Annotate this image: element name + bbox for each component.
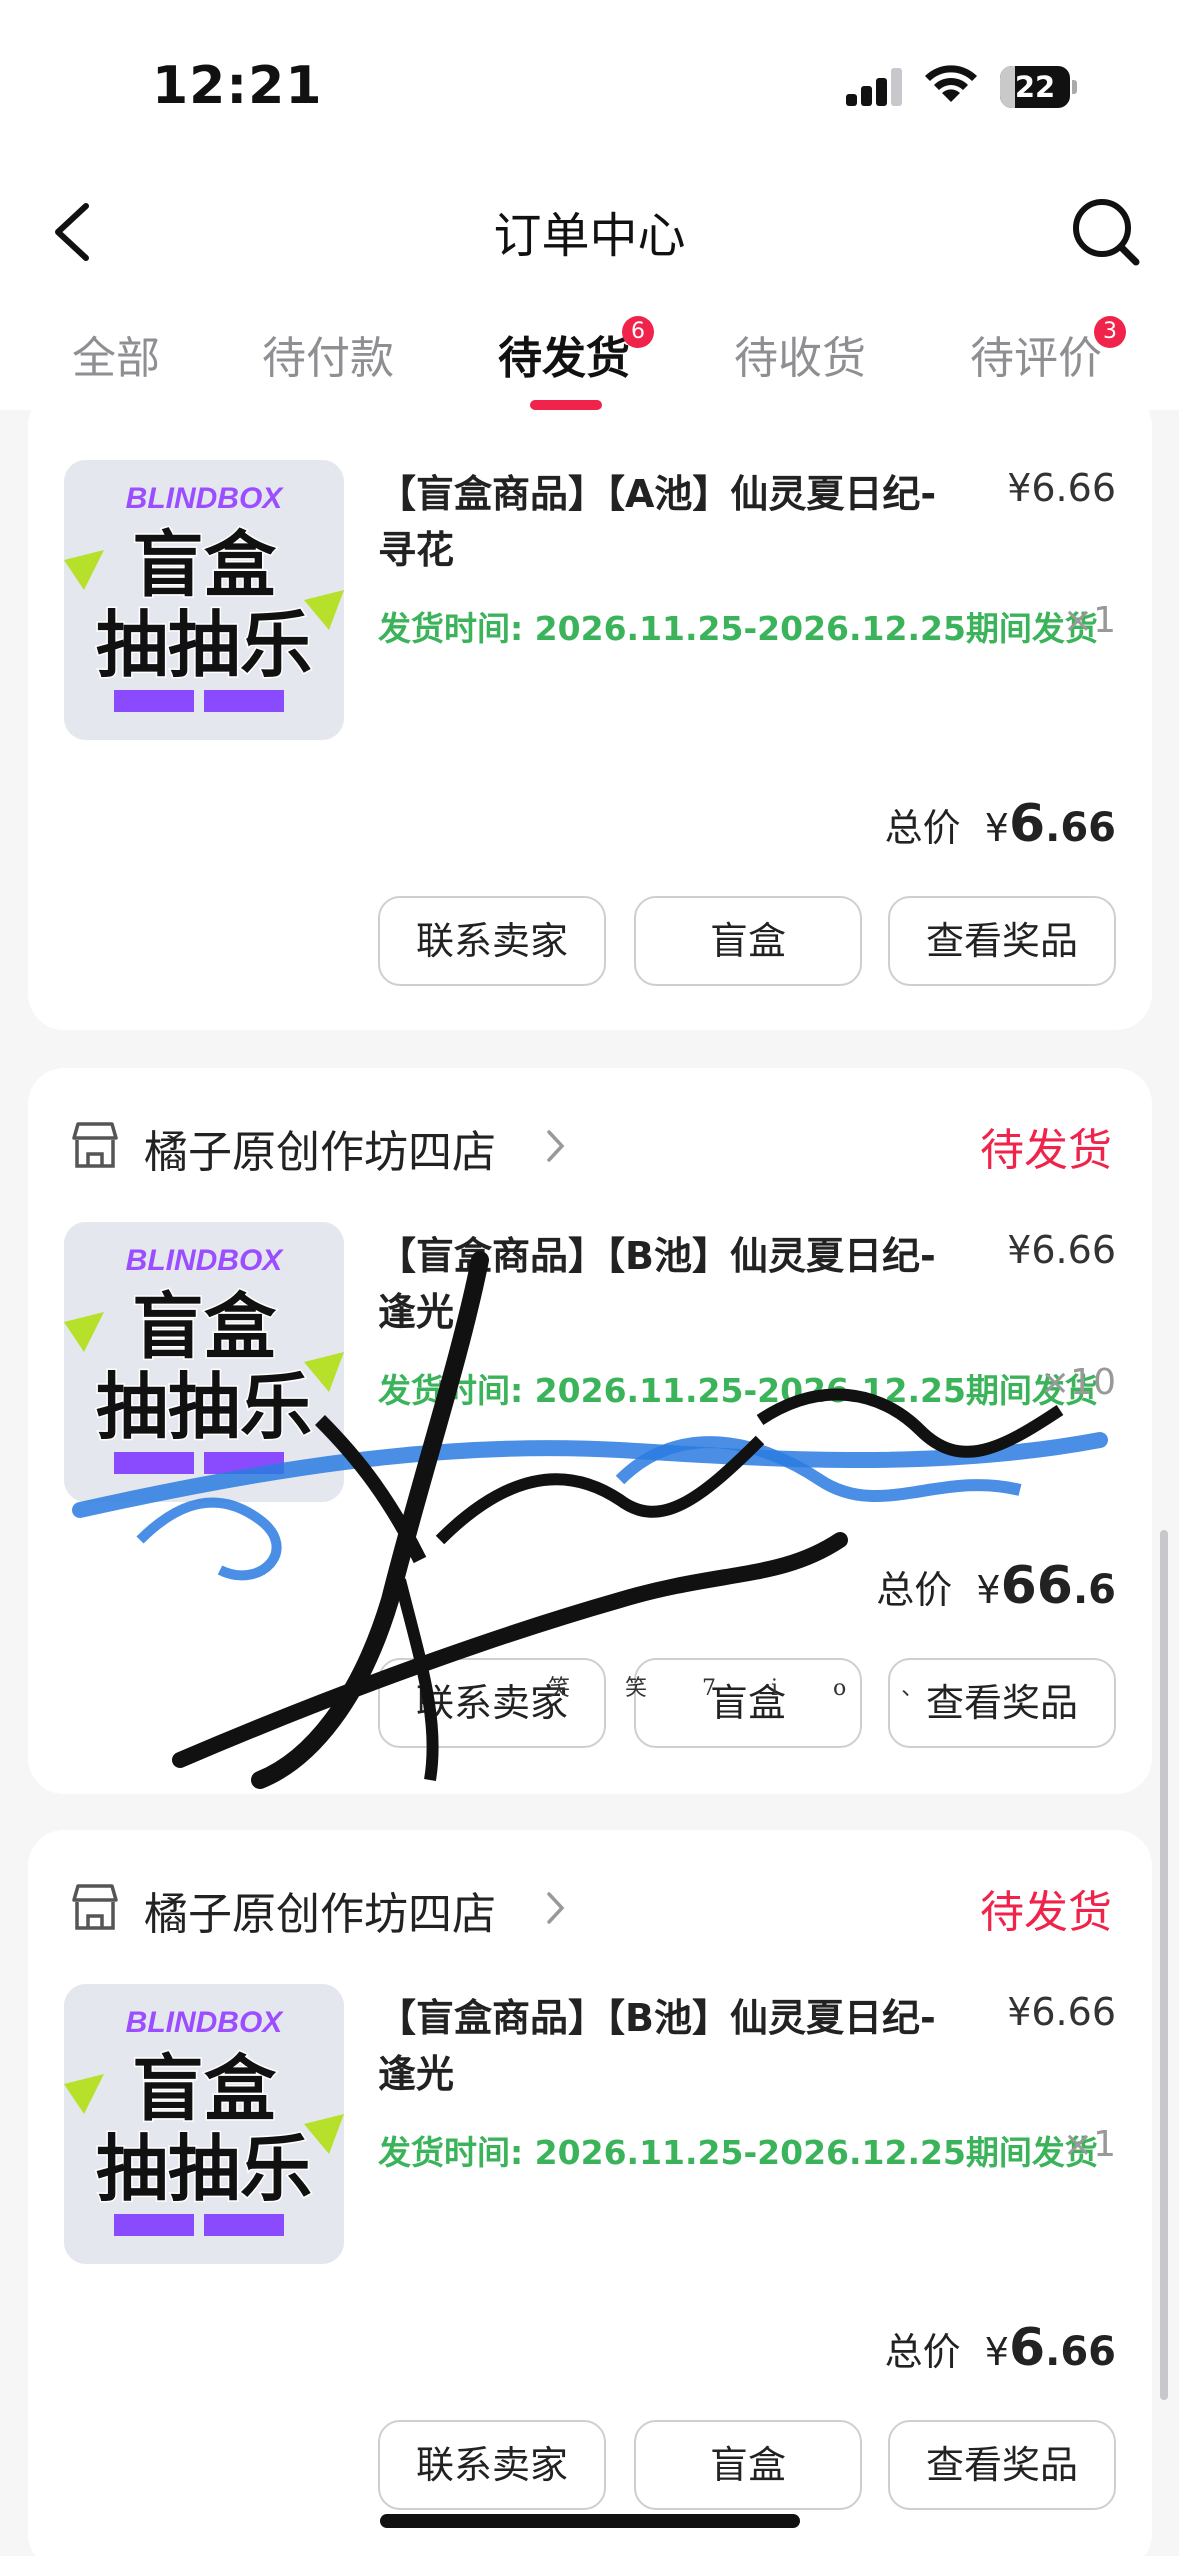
ship-time: 发货时间: 2026.11.25-2026.12.25期间发货 xyxy=(378,1371,1098,1410)
image-text-sub: 抽抽乐 xyxy=(96,603,312,687)
blindbox-image: BLINDBOX 盲盒 抽抽乐 xyxy=(64,1222,344,1502)
shop-name[interactable]: 橘子原创作坊四店 xyxy=(144,1878,496,1942)
chevron-right-icon xyxy=(547,1130,565,1162)
wifi-icon xyxy=(925,65,977,102)
product-title[interactable]: 【盲盒商品】【B池】仙灵夏日纪-逢光 xyxy=(378,1990,938,2102)
product-title[interactable]: 【盲盒商品】【B池】仙灵夏日纪-逢光 xyxy=(378,1228,938,1340)
ship-time: 发货时间: 2026.11.25-2026.12.25期间发货 xyxy=(378,609,1098,648)
order-tabs: 全部 待付款 待发货 6 待收货 待评价 3 xyxy=(0,300,1179,410)
nav-bar: 订单中心 xyxy=(0,170,1179,290)
order-total: 总价 ¥6.66 xyxy=(884,794,1116,854)
image-text-top: BLINDBOX xyxy=(126,2006,285,2039)
tab-pending-payment[interactable]: 待付款 xyxy=(262,322,394,386)
image-text-main: 盲盒 xyxy=(132,1285,277,1369)
shop-header[interactable]: 橘子原创作坊四店 待发货 xyxy=(68,1110,1112,1180)
product-price: ¥6.66 xyxy=(1007,1990,1116,2034)
store-icon xyxy=(72,1122,118,1168)
home-indicator[interactable] xyxy=(380,2514,800,2528)
order-card: BLINDBOX 盲盒 抽抽乐 【盲盒商品】【A池】仙灵夏日纪-寻花 ¥6.66… xyxy=(28,390,1152,1030)
order-total: 总价 ¥66.6 xyxy=(876,1556,1116,1616)
search-icon[interactable] xyxy=(1066,192,1146,272)
tab-badge: 3 xyxy=(1094,316,1126,348)
status-time: 12:21 xyxy=(152,56,323,116)
scrollbar[interactable] xyxy=(1160,1530,1168,2400)
store-icon xyxy=(72,1884,118,1930)
contact-seller-button[interactable]: 联系卖家 xyxy=(378,896,606,986)
image-text-top: BLINDBOX xyxy=(126,482,285,515)
blind-box-button[interactable]: 盲盒 xyxy=(634,896,862,986)
app-header: 12:21 22 订单中心 全部 待付款 待发货 6 待收货 待评价 3 xyxy=(0,0,1179,410)
contact-seller-button[interactable]: 联系卖家 xyxy=(378,2420,606,2510)
shop-name[interactable]: 橘子原创作坊四店 xyxy=(144,1116,496,1180)
view-prizes-button[interactable]: 查看奖品 xyxy=(888,896,1116,986)
tab-pending-shipment[interactable]: 待发货 6 xyxy=(498,316,654,386)
tab-all[interactable]: 全部 xyxy=(72,322,160,386)
image-text-main: 盲盒 xyxy=(132,2047,277,2131)
image-text-sub: 抽抽乐 xyxy=(96,2127,312,2211)
tab-pending-receipt[interactable]: 待收货 xyxy=(734,322,866,386)
status-bar: 12:21 22 xyxy=(0,0,1179,170)
order-card: 橘子原创作坊四店 待发货 BLINDBOX 盲盒 抽抽乐 【盲盒商品】【B池】仙… xyxy=(28,1830,1152,2556)
active-tab-indicator xyxy=(530,400,602,410)
cellular-signal-icon xyxy=(846,68,902,106)
order-total: 总价 ¥6.66 xyxy=(884,2318,1116,2378)
view-prizes-button[interactable]: 查看奖品 xyxy=(888,2420,1116,2510)
order-status: 待发货 xyxy=(980,1887,1112,1938)
product-image[interactable]: BLINDBOX 盲盒 抽抽乐 xyxy=(64,1984,344,2264)
blindbox-image: BLINDBOX 盲盒 抽抽乐 xyxy=(64,1984,344,2264)
blindbox-image: BLINDBOX 盲盒 抽抽乐 xyxy=(64,460,344,740)
image-text-sub: 抽抽乐 xyxy=(96,1365,312,1449)
battery-icon: 22 xyxy=(1000,66,1077,108)
product-image[interactable]: BLINDBOX 盲盒 抽抽乐 xyxy=(64,460,344,740)
chevron-right-icon xyxy=(547,1892,565,1924)
product-image[interactable]: BLINDBOX 盲盒 抽抽乐 xyxy=(64,1222,344,1502)
image-text-main: 盲盒 xyxy=(132,523,277,607)
image-text-top: BLINDBOX xyxy=(126,1244,285,1277)
product-title[interactable]: 【盲盒商品】【A池】仙灵夏日纪-寻花 xyxy=(378,466,938,578)
blind-box-button[interactable]: 盲盒 xyxy=(634,2420,862,2510)
battery-level: 22 xyxy=(1014,70,1056,104)
product-price: ¥6.66 xyxy=(1007,1228,1116,1272)
order-status: 待发货 xyxy=(980,1125,1112,1176)
product-quantity: ×1 xyxy=(1062,2124,1116,2165)
product-price: ¥6.66 xyxy=(1007,466,1116,510)
page-title: 订单中心 xyxy=(493,208,686,264)
shop-header[interactable]: 橘子原创作坊四店 待发货 xyxy=(68,1872,1112,1942)
watermark-caption: 笑 笑 7 i o 、 xyxy=(548,1676,948,1701)
ship-time: 发货时间: 2026.11.25-2026.12.25期间发货 xyxy=(378,2133,1098,2172)
product-quantity: ×1 xyxy=(1062,600,1116,641)
product-quantity: ×10 xyxy=(1040,1362,1116,1403)
tab-badge: 6 xyxy=(622,316,654,348)
tab-pending-review[interactable]: 待评价 3 xyxy=(970,316,1126,386)
